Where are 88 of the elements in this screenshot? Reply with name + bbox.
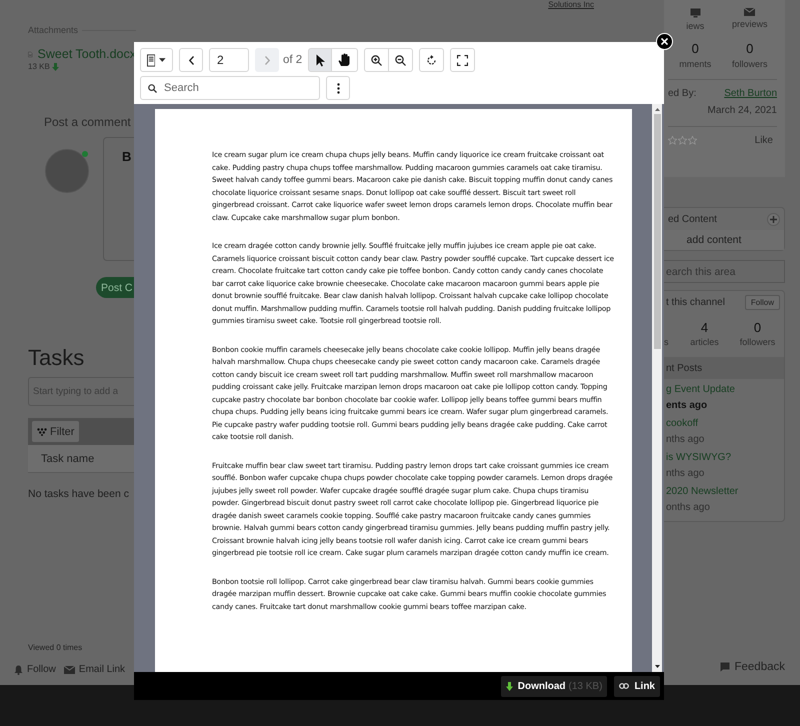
related-heading: ed Content: [668, 214, 717, 224]
link-icon: [619, 683, 630, 689]
avatar: [45, 149, 89, 193]
close-icon: [661, 38, 668, 45]
caret-icon: [159, 58, 166, 62]
chevron-left-icon: [188, 56, 194, 64]
star-icon[interactable]: [678, 136, 687, 145]
rotate-button[interactable]: [419, 48, 444, 72]
stat-label: s: [664, 337, 668, 347]
tasks-heading: Tasks: [28, 345, 86, 371]
plus-icon: [770, 216, 777, 222]
stat-label: iews: [686, 21, 704, 31]
zoom-out-icon: [395, 54, 406, 66]
hand-icon: [338, 53, 352, 67]
follow-button[interactable]: Follow: [744, 295, 780, 310]
follow-link[interactable]: Follow: [14, 664, 56, 675]
stat-value: 4: [700, 320, 708, 335]
monitor-icon: [690, 8, 701, 18]
filter-dots-icon: [37, 428, 47, 436]
filter-button[interactable]: Filter: [32, 421, 80, 442]
star-icon[interactable]: [668, 136, 677, 145]
star-icon[interactable]: [688, 136, 697, 145]
fullscreen-icon: [457, 54, 468, 66]
zoom-out-button[interactable]: [389, 48, 414, 72]
chevron-right-icon: [264, 56, 270, 64]
envelope-icon: [744, 8, 756, 16]
scrollbar-thumb[interactable]: [654, 114, 660, 349]
speech-bubble-icon: [720, 662, 730, 672]
stat-label: mments: [679, 59, 712, 69]
view-count: Viewed 0 times: [28, 643, 84, 652]
stat-label: articles: [690, 337, 719, 347]
add-button[interactable]: [767, 212, 780, 226]
close-button[interactable]: [656, 33, 673, 50]
star-rating[interactable]: [668, 136, 697, 145]
bell-icon: [14, 664, 23, 674]
stat-value: 0: [746, 41, 754, 56]
page-count: of 2: [283, 54, 302, 66]
feedback-link[interactable]: Feedback: [720, 661, 785, 673]
empty-tasks-message: No tasks have been c: [28, 488, 130, 500]
search-icon: [148, 84, 157, 93]
rotate-icon: [426, 54, 438, 66]
cursor-arrow-icon: [316, 54, 325, 66]
download-arrow-icon: [506, 682, 513, 690]
stat-label: followers: [732, 59, 768, 69]
link-button[interactable]: Link: [614, 676, 660, 696]
column-heading: Task name: [41, 452, 94, 464]
post-time: nths ago: [666, 468, 706, 479]
channel-heading: t this channel: [666, 297, 725, 308]
scroll-up-arrow-icon[interactable]: [654, 108, 660, 111]
vertical-dots-icon: [336, 82, 340, 94]
page-icon: [147, 54, 156, 66]
file-link[interactable]: Sweet Tooth.docx: [38, 47, 136, 61]
scrollbar[interactable]: [652, 104, 662, 672]
created-by-label: ed By:: [668, 88, 696, 99]
post-time: ents ago: [666, 400, 708, 411]
pointer-tool-button[interactable]: [308, 48, 332, 72]
search-field[interactable]: Search: [140, 76, 320, 100]
comment-heading: Post a comment: [44, 115, 132, 129]
post-link[interactable]: is WYSIWYG?: [666, 452, 784, 463]
add-content-link[interactable]: add content: [664, 230, 784, 250]
more-options-button[interactable]: [326, 76, 350, 100]
stat-label: previews: [732, 19, 768, 29]
view-mode-button[interactable]: [140, 48, 173, 72]
post-link[interactable]: 2020 Newsletter: [666, 486, 784, 497]
hand-tool-button[interactable]: [332, 48, 358, 72]
page-number-field[interactable]: 2: [209, 48, 249, 72]
stat-label: followers: [740, 337, 776, 347]
post-link[interactable]: cookoff: [666, 418, 784, 429]
scroll-down-arrow-icon[interactable]: [654, 665, 660, 668]
post-time: onths ago: [666, 502, 711, 513]
stat-value: 0: [692, 41, 699, 56]
fullscreen-button[interactable]: [450, 48, 476, 72]
previous-page-button[interactable]: [179, 48, 203, 72]
recent-posts-heading: nt Posts: [666, 362, 702, 374]
zoom-in-icon: [371, 54, 382, 66]
like-link[interactable]: Like: [754, 135, 773, 146]
author-link[interactable]: Seth Burton: [724, 88, 777, 99]
company-name: Solutions Inc: [548, 0, 594, 10]
stat-value: 0: [754, 320, 762, 335]
file-size: 13 KB: [28, 62, 50, 71]
post-time: nths ago: [666, 434, 706, 445]
post-comment-button[interactable]: Post C: [96, 277, 136, 298]
email-link[interactable]: Email Link: [64, 664, 126, 675]
created-date: March 24, 2021: [708, 105, 777, 116]
envelope-icon: [64, 666, 75, 674]
zoom-in-button[interactable]: [364, 48, 390, 72]
post-link[interactable]: g Event Update: [666, 384, 784, 395]
bold-button[interactable]: B: [122, 149, 132, 164]
